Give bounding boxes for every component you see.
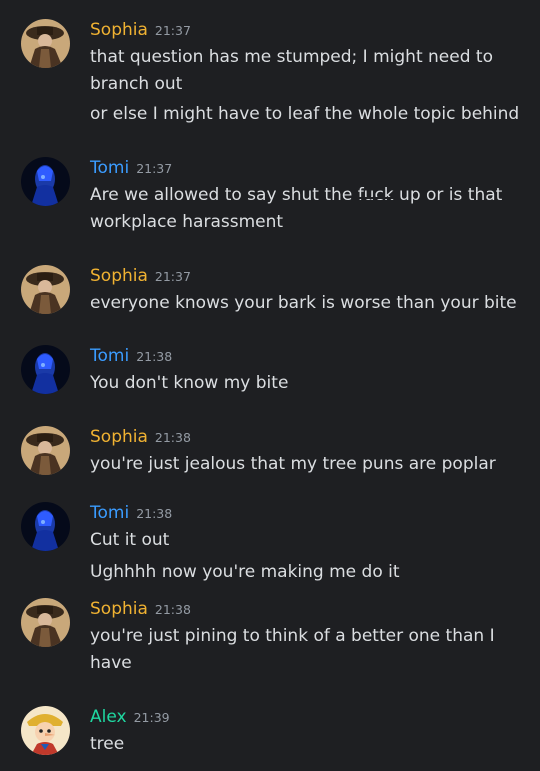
- avatar-sophia-image: [21, 426, 70, 475]
- avatar-tomi-image: [21, 345, 70, 394]
- avatar-tomi[interactable]: [21, 157, 70, 206]
- message-text: Cut it out: [90, 530, 170, 550]
- timestamp: 21:37: [154, 23, 191, 38]
- avatar-sophia-image: [21, 19, 70, 68]
- username[interactable]: Alex: [90, 707, 127, 727]
- message-text: You don't know my bite: [90, 373, 289, 393]
- chat-message-list: Sophia 21:37 that question has me stumped…: [0, 0, 540, 771]
- timestamp: 21:37: [136, 161, 173, 176]
- username[interactable]: Tomi: [90, 503, 129, 523]
- message-text: you're just pining to think of a better …: [90, 626, 495, 673]
- avatar-sophia[interactable]: [21, 598, 70, 647]
- avatar-tomi-image: [21, 502, 70, 551]
- timestamp: 21:38: [136, 506, 173, 521]
- timestamp: 21:38: [154, 430, 191, 445]
- avatar-sophia[interactable]: [21, 426, 70, 475]
- timestamp: 21:38: [136, 349, 173, 364]
- avatar-alex[interactable]: [21, 706, 70, 755]
- avatar-sophia-image: [21, 598, 70, 647]
- message-text: that question has me stumped; I might ne…: [90, 47, 493, 94]
- avatar-tomi[interactable]: [21, 502, 70, 551]
- timestamp: 21:38: [154, 602, 191, 617]
- avatar-sophia-image: [21, 265, 70, 314]
- message-text: you're just jealous that my tree puns ar…: [90, 454, 496, 474]
- username[interactable]: Sophia: [90, 20, 148, 40]
- username[interactable]: Sophia: [90, 266, 148, 286]
- message-text: Ughhhh now you're making me do it: [90, 562, 400, 582]
- avatar-sophia[interactable]: [21, 265, 70, 314]
- avatar-tomi-image: [21, 157, 70, 206]
- username[interactable]: Sophia: [90, 427, 148, 447]
- avatar-tomi[interactable]: [21, 345, 70, 394]
- message-text: tree: [90, 734, 125, 754]
- username[interactable]: Sophia: [90, 599, 148, 619]
- censored-word: fuck: [357, 182, 394, 209]
- message-text: everyone knows your bark is worse than y…: [90, 293, 517, 313]
- username[interactable]: Tomi: [90, 158, 129, 178]
- timestamp: 21:39: [133, 710, 170, 725]
- message-text: or else I might have to leaf the whole t…: [90, 104, 520, 124]
- message-text: Are we allowed to say shut the fuck up o…: [90, 182, 520, 236]
- timestamp: 21:37: [154, 269, 191, 284]
- username[interactable]: Tomi: [90, 346, 129, 366]
- avatar-alex-image: [21, 706, 70, 755]
- avatar-sophia[interactable]: [21, 19, 70, 68]
